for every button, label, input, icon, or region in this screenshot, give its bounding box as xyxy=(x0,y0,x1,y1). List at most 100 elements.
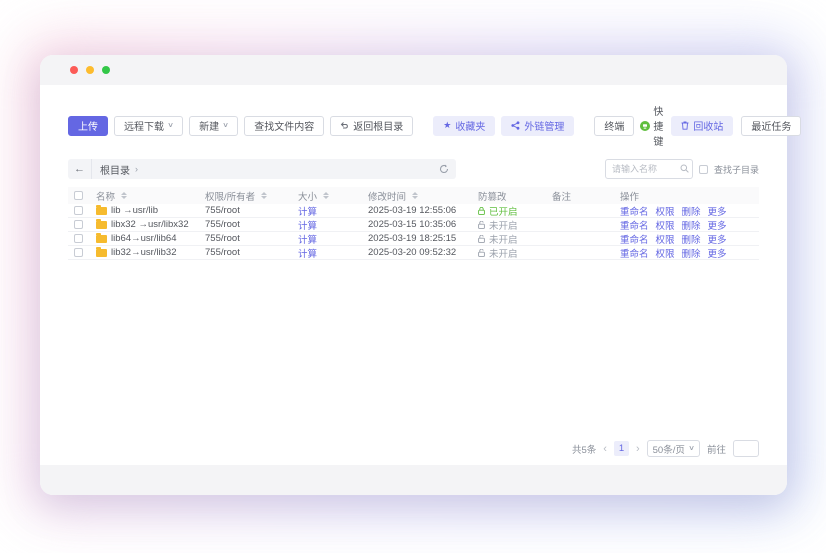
recent-tasks-button[interactable]: 最近任务 xyxy=(741,116,801,136)
row-checkbox[interactable] xyxy=(74,220,83,229)
delete-action[interactable]: 删除 xyxy=(682,246,701,260)
file-table: 名称 权限/所有者 大小 修改时间 防篡改 xyxy=(68,187,759,260)
search-subdir-checkbox[interactable] xyxy=(699,165,708,174)
sort-icon[interactable] xyxy=(121,192,127,199)
minimize-window-icon[interactable] xyxy=(86,66,94,74)
tamper-label: 未开启 xyxy=(489,218,518,232)
goto-page-input[interactable] xyxy=(733,440,759,457)
rename-action[interactable]: 重命名 xyxy=(620,218,649,232)
prev-page-icon[interactable]: ‹ xyxy=(603,443,607,455)
external-links-label: 外链管理 xyxy=(524,118,564,133)
chevron-down-icon: ∨ xyxy=(222,122,229,129)
sort-icon[interactable] xyxy=(323,192,329,199)
unlock-icon xyxy=(478,221,485,229)
breadcrumb-root[interactable]: 根目录 xyxy=(100,162,130,177)
rename-action[interactable]: 重命名 xyxy=(620,232,649,246)
tamper-header-label: 防篡改 xyxy=(478,189,507,203)
permission-cell: 755/root xyxy=(205,233,298,244)
table-row[interactable]: libx32 →usr/libx32 755/root 计算 2025-03-1… xyxy=(68,218,759,232)
column-header-name[interactable]: 名称 xyxy=(96,189,205,203)
new-label: 新建 xyxy=(199,118,219,133)
chevron-down-icon: ∨ xyxy=(167,122,174,129)
page-number[interactable]: 1 xyxy=(614,441,629,456)
terminal-button[interactable]: 终端 xyxy=(594,116,634,136)
calc-size-link[interactable]: 计算 xyxy=(298,218,317,232)
more-action[interactable]: 更多 xyxy=(708,246,727,260)
back-to-root-label: 返回根目录 xyxy=(353,118,403,133)
table-row[interactable]: lib32→usr/lib32 755/root 计算 2025-03-20 0… xyxy=(68,246,759,260)
permission-cell: 755/root xyxy=(205,247,298,258)
toolbar: 上传 远程下载 ∨ 新建 ∨ 查找文件内容 返回根目录 ★ 收藏夹 xyxy=(68,103,759,148)
refresh-icon[interactable] xyxy=(439,164,449,174)
calc-size-link[interactable]: 计算 xyxy=(298,246,317,260)
folder-icon xyxy=(96,235,107,243)
back-button[interactable]: ← xyxy=(68,159,92,179)
maximize-window-icon[interactable] xyxy=(102,66,110,74)
remote-download-label: 远程下载 xyxy=(124,118,164,133)
permission-action[interactable]: 权限 xyxy=(656,246,675,260)
new-button[interactable]: 新建 ∨ xyxy=(189,116,238,136)
unlock-icon xyxy=(478,249,485,257)
column-header-size[interactable]: 大小 xyxy=(298,189,368,203)
column-header-permission[interactable]: 权限/所有者 xyxy=(205,189,298,203)
more-action[interactable]: 更多 xyxy=(708,218,727,232)
mtime-cell: 2025-03-19 18:25:15 xyxy=(368,233,478,244)
calc-size-link[interactable]: 计算 xyxy=(298,232,317,246)
permission-action[interactable]: 权限 xyxy=(656,232,675,246)
column-header-mtime[interactable]: 修改时间 xyxy=(368,189,478,203)
tamper-status[interactable]: 未开启 xyxy=(478,218,552,232)
tamper-status[interactable]: 未开启 xyxy=(478,232,552,246)
return-arrow-icon xyxy=(340,121,349,130)
remote-download-button[interactable]: 远程下载 ∨ xyxy=(114,116,183,136)
toolbar-right: 快捷键 回收站 最近任务 xyxy=(640,103,801,148)
calc-size-link[interactable]: 计算 xyxy=(298,204,317,218)
tamper-status[interactable]: 已开启 xyxy=(478,204,552,218)
permission-action[interactable]: 权限 xyxy=(656,218,675,232)
delete-action[interactable]: 删除 xyxy=(682,204,701,218)
shortcut-keys-button[interactable]: 快捷键 xyxy=(640,103,663,148)
shortcut-keys-label: 快捷键 xyxy=(653,103,663,148)
page-size-select[interactable]: 50条/页 ∨ xyxy=(647,440,700,457)
row-checkbox[interactable] xyxy=(74,248,83,257)
more-action[interactable]: 更多 xyxy=(708,232,727,246)
sort-icon[interactable] xyxy=(261,192,267,199)
row-checkbox[interactable] xyxy=(74,206,83,215)
delete-action[interactable]: 删除 xyxy=(682,232,701,246)
more-action[interactable]: 更多 xyxy=(708,204,727,218)
window-footer xyxy=(40,465,787,495)
table-row[interactable]: lib →usr/lib 755/root 计算 2025-03-19 12:5… xyxy=(68,204,759,218)
search-box xyxy=(605,159,693,179)
delete-action[interactable]: 删除 xyxy=(682,218,701,232)
file-name[interactable]: lib →usr/lib xyxy=(111,205,158,216)
rename-action[interactable]: 重命名 xyxy=(620,246,649,260)
close-window-icon[interactable] xyxy=(70,66,78,74)
column-header-tamper: 防篡改 xyxy=(478,189,552,203)
mtime-cell: 2025-03-15 10:35:06 xyxy=(368,219,478,230)
actions-header-label: 操作 xyxy=(620,189,639,203)
next-page-icon[interactable]: › xyxy=(636,443,640,455)
row-checkbox[interactable] xyxy=(74,234,83,243)
search-subdir-label: 查找子目录 xyxy=(714,163,759,176)
select-all-checkbox[interactable] xyxy=(74,191,83,200)
sort-icon[interactable] xyxy=(412,192,418,199)
find-file-content-button[interactable]: 查找文件内容 xyxy=(244,116,324,136)
mtime-cell: 2025-03-19 12:55:06 xyxy=(368,205,478,216)
folder-icon xyxy=(96,221,107,229)
file-name[interactable]: lib32→usr/lib32 xyxy=(111,247,176,258)
search-area: 查找子目录 xyxy=(605,159,759,179)
table-row[interactable]: lib64→usr/lib64 755/root 计算 2025-03-19 1… xyxy=(68,232,759,246)
permission-action[interactable]: 权限 xyxy=(656,204,675,218)
favorites-button[interactable]: ★ 收藏夹 xyxy=(433,116,495,136)
recycle-bin-button[interactable]: 回收站 xyxy=(671,116,733,136)
mtime-cell: 2025-03-20 09:52:32 xyxy=(368,247,478,258)
path-row: ← 根目录 › 查找子目录 xyxy=(68,159,759,179)
file-name[interactable]: libx32 →usr/libx32 xyxy=(111,219,189,230)
star-icon: ★ xyxy=(443,121,451,130)
file-name[interactable]: lib64→usr/lib64 xyxy=(111,233,176,244)
goto-label: 前往 xyxy=(707,442,726,456)
external-links-button[interactable]: 外链管理 xyxy=(501,116,574,136)
upload-button[interactable]: 上传 xyxy=(68,116,108,136)
tamper-status[interactable]: 未开启 xyxy=(478,246,552,260)
back-to-root-button[interactable]: 返回根目录 xyxy=(330,116,413,136)
rename-action[interactable]: 重命名 xyxy=(620,204,649,218)
